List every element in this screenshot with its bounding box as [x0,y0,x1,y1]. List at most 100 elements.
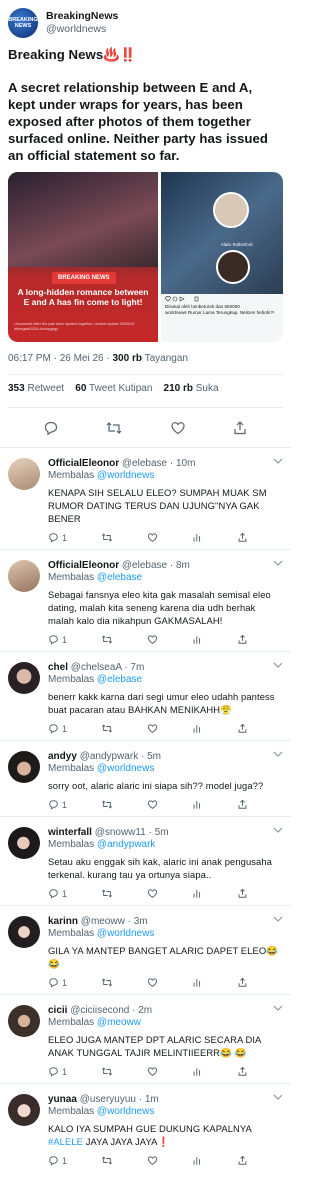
like-icon[interactable] [170,420,186,436]
retweet-icon[interactable] [101,888,113,899]
reply-author-name[interactable]: yunaa [48,1094,77,1105]
reply-avatar[interactable] [8,827,40,859]
reply-avatar[interactable] [8,916,40,948]
reply-reply-action[interactable]: 1 [48,799,67,810]
more-chevron-icon[interactable] [273,827,283,833]
reply-tweet[interactable]: andyy @andypwark · 5m Membalas @worldnew… [0,740,291,816]
retweet-icon[interactable] [101,977,113,988]
reply-text: KENAPA SIH SELALU ELEO? SUMPAH MUAK SM R… [48,487,267,524]
author-name[interactable]: BreakingNews [46,10,118,23]
reply-to-mention[interactable]: @elebase [97,674,142,685]
retweet-icon[interactable] [101,634,113,645]
reply-author-name[interactable]: OfficialEleonor [48,458,119,469]
views-icon[interactable] [192,532,203,543]
reply-avatar[interactable] [8,1094,40,1126]
reply-tweet[interactable]: OfficialEleonor @elebase · 10m Membalas … [0,447,291,549]
reply-icon [49,1067,58,1077]
reply-tweet[interactable]: chel @chelseaA · 7m Membalas @elebase be… [0,651,291,740]
reply-avatar[interactable] [8,560,40,592]
like-icon[interactable] [147,1066,158,1077]
reply-author-name[interactable]: andyy [48,751,77,762]
reply-body: OfficialEleonor @elebase · 10m Membalas … [48,458,283,543]
reply-to-mention[interactable]: @andypwark [97,839,156,850]
reply-author-name[interactable]: winterfall [48,827,92,838]
more-chevron-icon[interactable] [273,560,283,566]
like-icon[interactable] [147,532,158,543]
reply-reply-action[interactable]: 1 [48,634,67,645]
reply-tweet[interactable]: winterfall @snoww11 · 5m Membalas @andyp… [0,816,291,905]
share-icon[interactable] [237,888,248,899]
reply-to-mention[interactable]: @worldnews [97,928,154,939]
share-icon[interactable] [237,723,248,734]
reply-author-line: winterfall @snoww11 · 5m [48,827,283,839]
share-icon[interactable] [237,977,248,988]
media-image-news-card[interactable]: BREAKING NEWS A long-hidden romance betw… [8,172,158,342]
reply-tweet[interactable]: karinn @meoww · 3m Membalas @worldnews G… [0,905,291,994]
share-icon[interactable] [237,1066,248,1077]
retweet-icon[interactable] [101,532,113,543]
author-handle[interactable]: @worldnews [46,23,118,36]
reply-avatar[interactable] [8,1005,40,1037]
reply-reply-action[interactable]: 1 [48,888,67,899]
reply-icon [49,533,58,543]
reply-avatar[interactable] [8,751,40,783]
retweet-icon[interactable] [101,1066,113,1077]
reply-reply-action[interactable]: 1 [48,1155,67,1166]
reply-author-name[interactable]: cicii [48,1005,67,1016]
views-icon[interactable] [192,1066,203,1077]
views-icon[interactable] [192,1155,203,1166]
reply-tweet[interactable]: yunaa @useryuyuu · 1m Membalas @worldnew… [0,1083,291,1172]
share-icon[interactable] [237,1155,248,1166]
like-icon[interactable] [147,1155,158,1166]
reply-to-mention[interactable]: @worldnews [97,1106,154,1117]
like-icon[interactable] [147,723,158,734]
reply-to-mention[interactable]: @worldnews [97,470,154,481]
like-icon[interactable] [147,634,158,645]
reply-to-line: Membalas @worldnews [48,928,283,940]
hashtag-link[interactable]: #ALELE [48,1136,83,1147]
reply-reply-action[interactable]: 1 [48,723,67,734]
share-icon[interactable] [232,420,248,436]
quotes-stat[interactable]: 60 Tweet Kutipan [75,383,152,394]
reply-tweet[interactable]: OfficialEleonor @elebase · 8m Membalas @… [0,549,291,651]
retweet-icon[interactable] [105,420,123,436]
views-icon[interactable] [192,888,203,899]
reply-author-name[interactable]: OfficialEleonor [48,560,119,571]
more-chevron-icon[interactable] [273,1005,283,1011]
reply-icon[interactable] [43,420,59,436]
views-icon[interactable] [192,799,203,810]
reply-to-mention[interactable]: @elebase [97,572,142,583]
more-chevron-icon[interactable] [273,458,283,464]
reply-avatar[interactable] [8,458,40,490]
retweet-icon[interactable] [101,723,113,734]
views-icon[interactable] [192,977,203,988]
more-chevron-icon[interactable] [273,1094,283,1100]
more-chevron-icon[interactable] [273,751,283,757]
retweet-icon[interactable] [101,799,113,810]
likes-stat[interactable]: 210 rb Suka [164,383,219,394]
reply-to-mention[interactable]: @meoww [97,1017,141,1028]
author-avatar[interactable]: BREAKING NEWS [8,8,38,38]
reply-tweet[interactable]: cicii @ciciisecond · 2m Membalas @meoww … [0,994,291,1083]
share-icon[interactable] [237,799,248,810]
share-icon[interactable] [237,532,248,543]
views-icon[interactable] [192,723,203,734]
reply-reply-action[interactable]: 1 [48,532,67,543]
reply-count: 1 [62,799,68,810]
reply-to-mention[interactable]: @worldnews [97,763,154,774]
reply-reply-action[interactable]: 1 [48,977,67,988]
reply-author-name[interactable]: karinn [48,916,78,927]
like-icon[interactable] [147,799,158,810]
retweets-stat[interactable]: 353 Retweet [8,383,64,394]
retweet-icon[interactable] [101,1155,113,1166]
media-image-instagram-post[interactable]: Alaric Rutherford Disukai oleh lambetura… [161,172,283,342]
reply-reply-action[interactable]: 1 [48,1066,67,1077]
like-icon[interactable] [147,977,158,988]
more-chevron-icon[interactable] [273,662,283,668]
reply-avatar[interactable] [8,662,40,694]
share-icon[interactable] [237,634,248,645]
more-chevron-icon[interactable] [273,916,283,922]
views-icon[interactable] [192,634,203,645]
reply-author-name[interactable]: chel [48,662,68,673]
like-icon[interactable] [147,888,158,899]
